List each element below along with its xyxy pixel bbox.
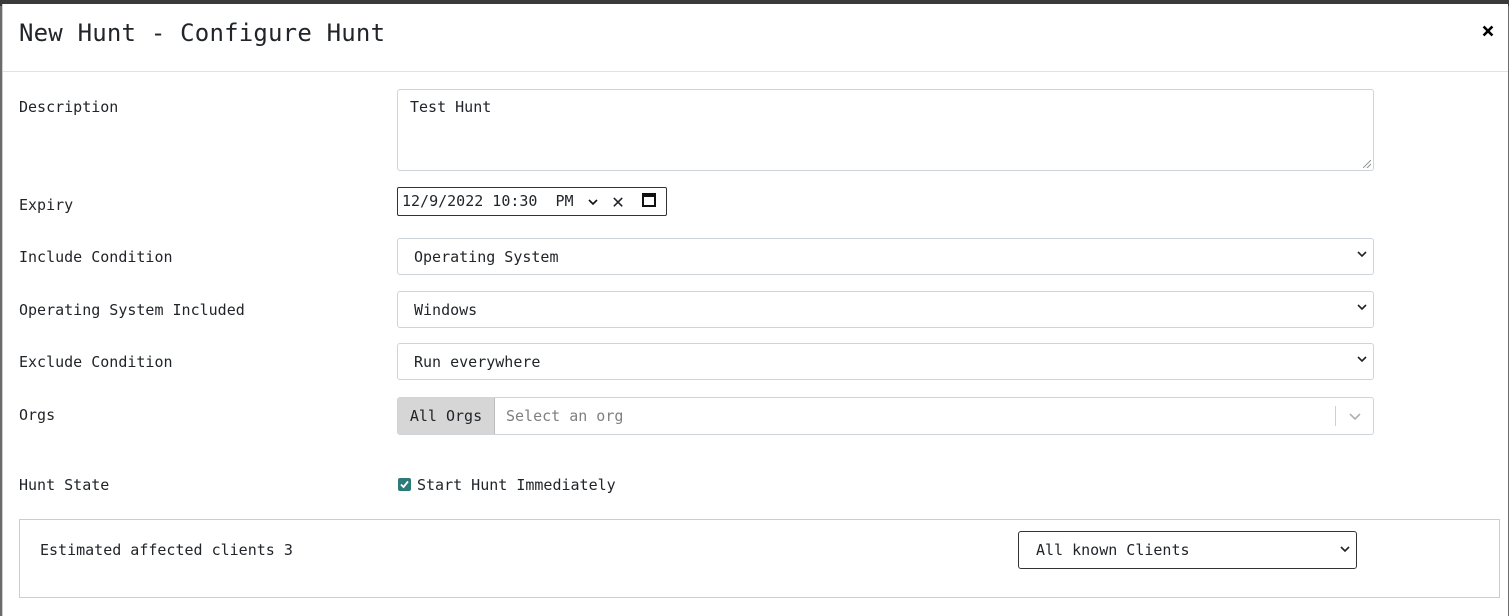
exclude-condition-label: Exclude Condition (19, 353, 173, 371)
start-hunt-checkbox[interactable] (398, 478, 411, 491)
dialog-title: New Hunt - Configure Hunt (19, 19, 386, 47)
os-included-value: Windows (414, 301, 478, 319)
calendar-icon[interactable] (642, 193, 656, 207)
os-included-select[interactable]: Windows (397, 291, 1374, 328)
description-value: Test Hunt (410, 98, 492, 116)
org-select-placeholder[interactable]: Select an org (506, 407, 623, 425)
clients-scope-select[interactable]: All known Clients (1018, 531, 1357, 569)
checkmark-icon (400, 480, 409, 489)
chevron-down-icon[interactable] (587, 195, 599, 209)
chevron-down-icon (1357, 304, 1367, 311)
estimated-clients-text: Estimated affected clients 3 (40, 541, 293, 559)
exclude-condition-select[interactable]: Run everywhere (397, 343, 1374, 380)
description-textarea[interactable]: Test Hunt (397, 89, 1374, 171)
org-select-divider (1335, 406, 1336, 426)
description-label: Description (19, 98, 119, 116)
orgs-selector[interactable]: All Orgs Select an org (397, 397, 1374, 435)
new-hunt-dialog: New Hunt - Configure Hunt × Description … (2, 4, 1508, 616)
os-included-label: Operating System Included (19, 301, 245, 319)
all-orgs-button[interactable]: All Orgs (398, 398, 495, 434)
dialog-header: New Hunt - Configure Hunt × (3, 4, 1508, 72)
chevron-down-icon (1357, 356, 1367, 363)
exclude-condition-value: Run everywhere (414, 353, 541, 371)
orgs-label: Orgs (19, 406, 56, 424)
expiry-value[interactable]: 12/9/2022 10:30 PM (402, 192, 574, 210)
clients-scope-value: All known Clients (1036, 541, 1190, 559)
hunt-state-label: Hunt State (19, 476, 110, 494)
close-button[interactable]: × (1476, 20, 1500, 44)
start-hunt-label[interactable]: Start Hunt Immediately (417, 476, 616, 494)
expiry-label: Expiry (19, 196, 74, 214)
include-condition-label: Include Condition (19, 248, 173, 266)
resize-grip-icon[interactable] (1363, 160, 1371, 168)
chevron-down-icon (1357, 251, 1367, 258)
chevron-down-icon[interactable] (1349, 410, 1361, 422)
include-condition-select[interactable]: Operating System (397, 238, 1374, 275)
estimate-panel: Estimated affected clients 3 All known C… (19, 519, 1500, 598)
expiry-datetime-input[interactable]: 12/9/2022 10:30 PM ✕ (397, 187, 667, 216)
clear-icon[interactable]: ✕ (612, 190, 624, 212)
include-condition-value: Operating System (414, 248, 559, 266)
chevron-down-icon (1340, 546, 1350, 553)
